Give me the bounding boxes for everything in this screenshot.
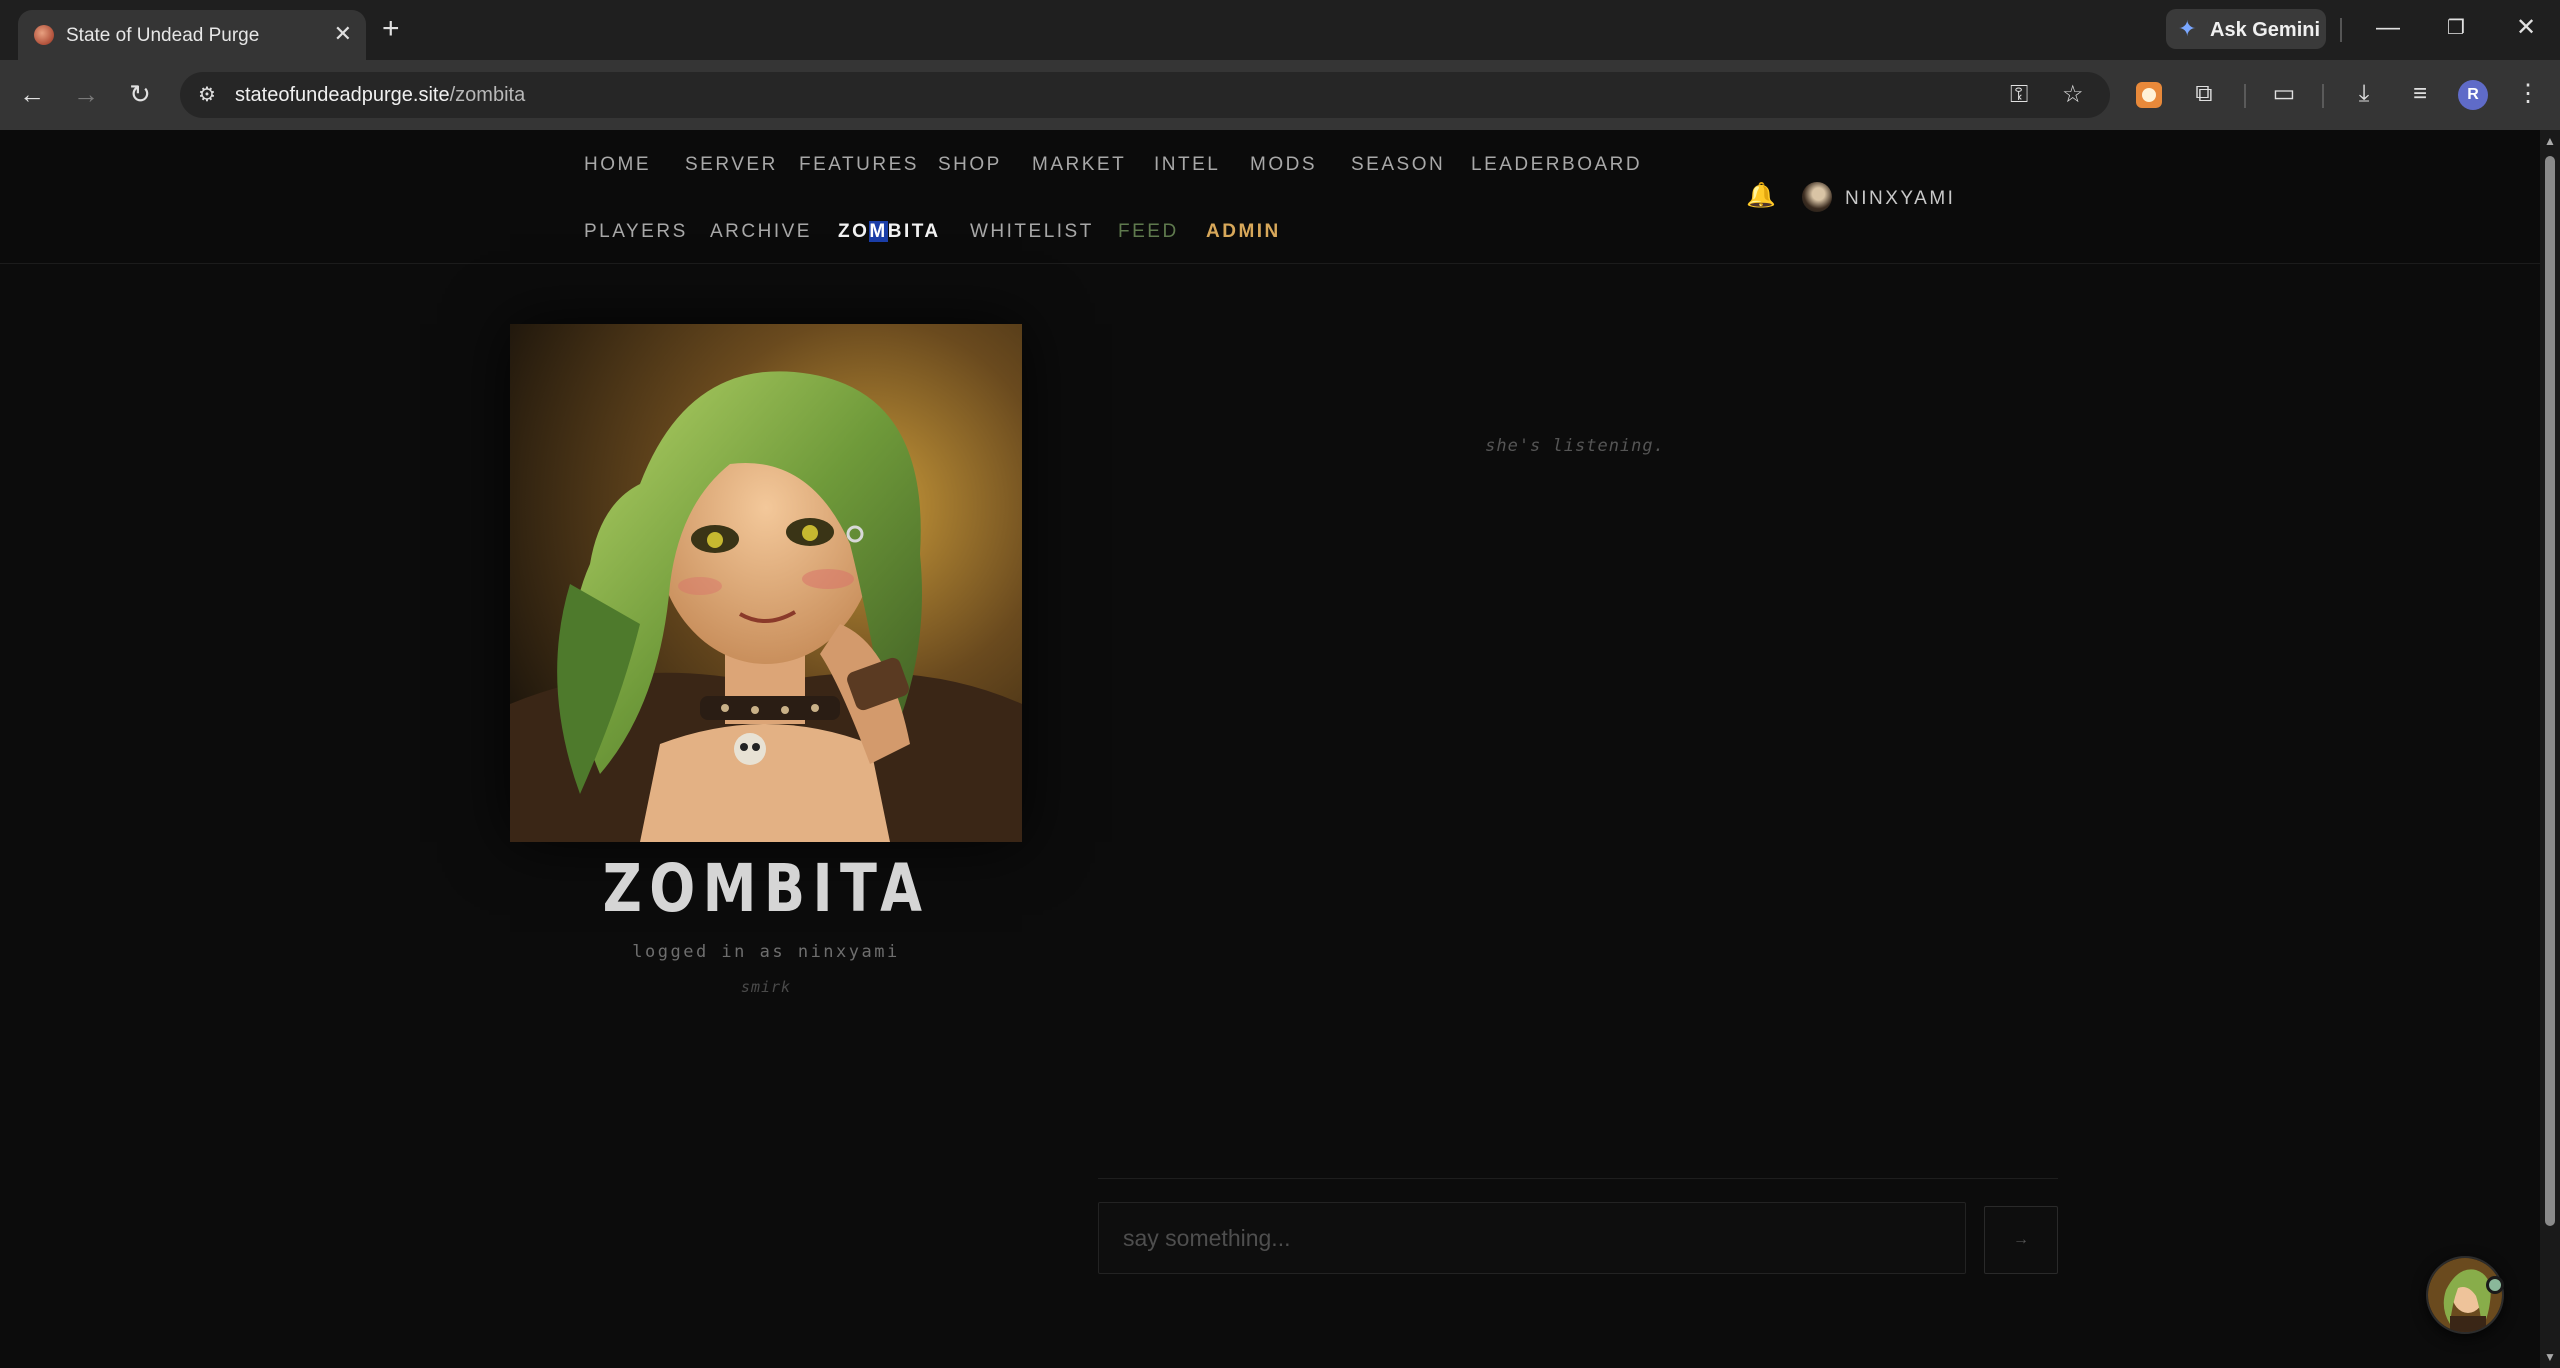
nav-home[interactable]: HOME xyxy=(584,154,651,176)
zombita-portrait xyxy=(510,324,1022,842)
close-window-icon[interactable]: ✕ xyxy=(2506,12,2546,44)
media-icon[interactable]: ▭ xyxy=(2266,78,2302,110)
chat-status: she's listening. xyxy=(1485,436,1665,456)
divider xyxy=(2322,84,2324,108)
restore-icon[interactable]: ❐ xyxy=(2436,12,2476,44)
ask-gemini-label: Ask Gemini xyxy=(2210,19,2321,41)
profile-avatar[interactable]: R xyxy=(2458,80,2488,110)
user-menu-name[interactable]: NINXYAMI xyxy=(1845,188,1955,210)
nav-shop[interactable]: SHOP xyxy=(938,154,1002,176)
nav-intel[interactable]: INTEL xyxy=(1154,154,1220,176)
extension-icon[interactable] xyxy=(2136,82,2162,108)
key-icon[interactable]: ⚿ xyxy=(2010,80,2028,110)
browser-tab[interactable]: State of Undead Purge ✕ xyxy=(18,10,366,60)
scroll-down-icon[interactable]: ▼ xyxy=(2544,1350,2556,1364)
divider xyxy=(2340,18,2342,42)
nav-players[interactable]: PLAYERS xyxy=(584,221,688,243)
nav-zombita[interactable]: ZOMBITA xyxy=(838,221,941,243)
send-button[interactable]: → xyxy=(1984,1206,2058,1274)
nav-server[interactable]: SERVER xyxy=(685,154,778,176)
site-favicon-icon xyxy=(34,25,54,45)
download-icon[interactable]: ⤓ xyxy=(2346,78,2382,110)
divider xyxy=(1098,1178,2058,1179)
nav-whitelist[interactable]: WHITELIST xyxy=(970,221,1094,243)
nav-mods[interactable]: MODS xyxy=(1250,154,1317,176)
online-status-indicator xyxy=(2486,1276,2504,1294)
tab-title: State of Undead Purge xyxy=(66,25,260,46)
nav-archive[interactable]: ARCHIVE xyxy=(710,221,812,243)
menu-kebab-icon[interactable]: ⋮ xyxy=(2510,78,2546,110)
site-header: HOME SERVER FEATURES SHOP MARKET INTEL M… xyxy=(0,130,2540,264)
nav-leaderboard[interactable]: LEADERBOARD xyxy=(1471,154,1642,176)
scroll-thumb[interactable] xyxy=(2545,156,2555,1226)
nav-season[interactable]: SEASON xyxy=(1351,154,1445,176)
star-icon[interactable]: ☆ xyxy=(2062,80,2084,110)
playlist-icon[interactable]: ≡ xyxy=(2402,78,2438,110)
url-text: stateofundeadpurge.site/zombita xyxy=(235,84,526,106)
nav-market[interactable]: MARKET xyxy=(1032,154,1126,176)
avatar[interactable] xyxy=(1802,182,1832,212)
page-title: ZOMBITA xyxy=(602,850,930,927)
forward-arrow-icon[interactable]: → xyxy=(66,77,106,111)
browser-toolbar: ← → ↻ ⚙ stateofundeadpurge.site/zombita … xyxy=(0,60,2560,130)
close-tab-icon[interactable]: ✕ xyxy=(334,21,352,47)
new-tab-button[interactable]: + xyxy=(382,12,400,46)
ask-gemini-button[interactable]: ✦ Ask Gemini xyxy=(2166,9,2326,49)
gemini-icon: ✦ xyxy=(2178,16,2197,41)
puzzle-icon[interactable]: ⧉ xyxy=(2186,78,2222,110)
page-content: HOME SERVER FEATURES SHOP MARKET INTEL M… xyxy=(0,130,2540,1368)
scroll-up-icon[interactable]: ▲ xyxy=(2544,134,2556,148)
bell-icon[interactable]: 🔔 xyxy=(1746,182,1776,210)
reload-icon[interactable]: ↻ xyxy=(120,77,160,111)
zombita-chat-avatar[interactable] xyxy=(2426,1256,2504,1334)
logged-in-status: logged in as ninxyami xyxy=(632,942,900,962)
tab-strip: State of Undead Purge ✕ + ✦ Ask Gemini —… xyxy=(0,0,2560,60)
minimize-icon[interactable]: — xyxy=(2368,12,2408,44)
nav-feed[interactable]: FEED xyxy=(1118,221,1179,243)
mood-label: smirk xyxy=(740,978,792,996)
chat-message-input[interactable] xyxy=(1098,1202,1966,1274)
back-arrow-icon[interactable]: ← xyxy=(12,77,52,111)
nav-features[interactable]: FEATURES xyxy=(799,154,919,176)
divider xyxy=(2244,84,2246,108)
page-scrollbar[interactable]: ▲ ▼ xyxy=(2540,130,2560,1368)
nav-admin[interactable]: ADMIN xyxy=(1206,221,1281,243)
address-bar[interactable]: ⚙ stateofundeadpurge.site/zombita ⚿ ☆ xyxy=(180,72,2110,118)
site-info-icon[interactable]: ⚙ xyxy=(194,82,220,108)
